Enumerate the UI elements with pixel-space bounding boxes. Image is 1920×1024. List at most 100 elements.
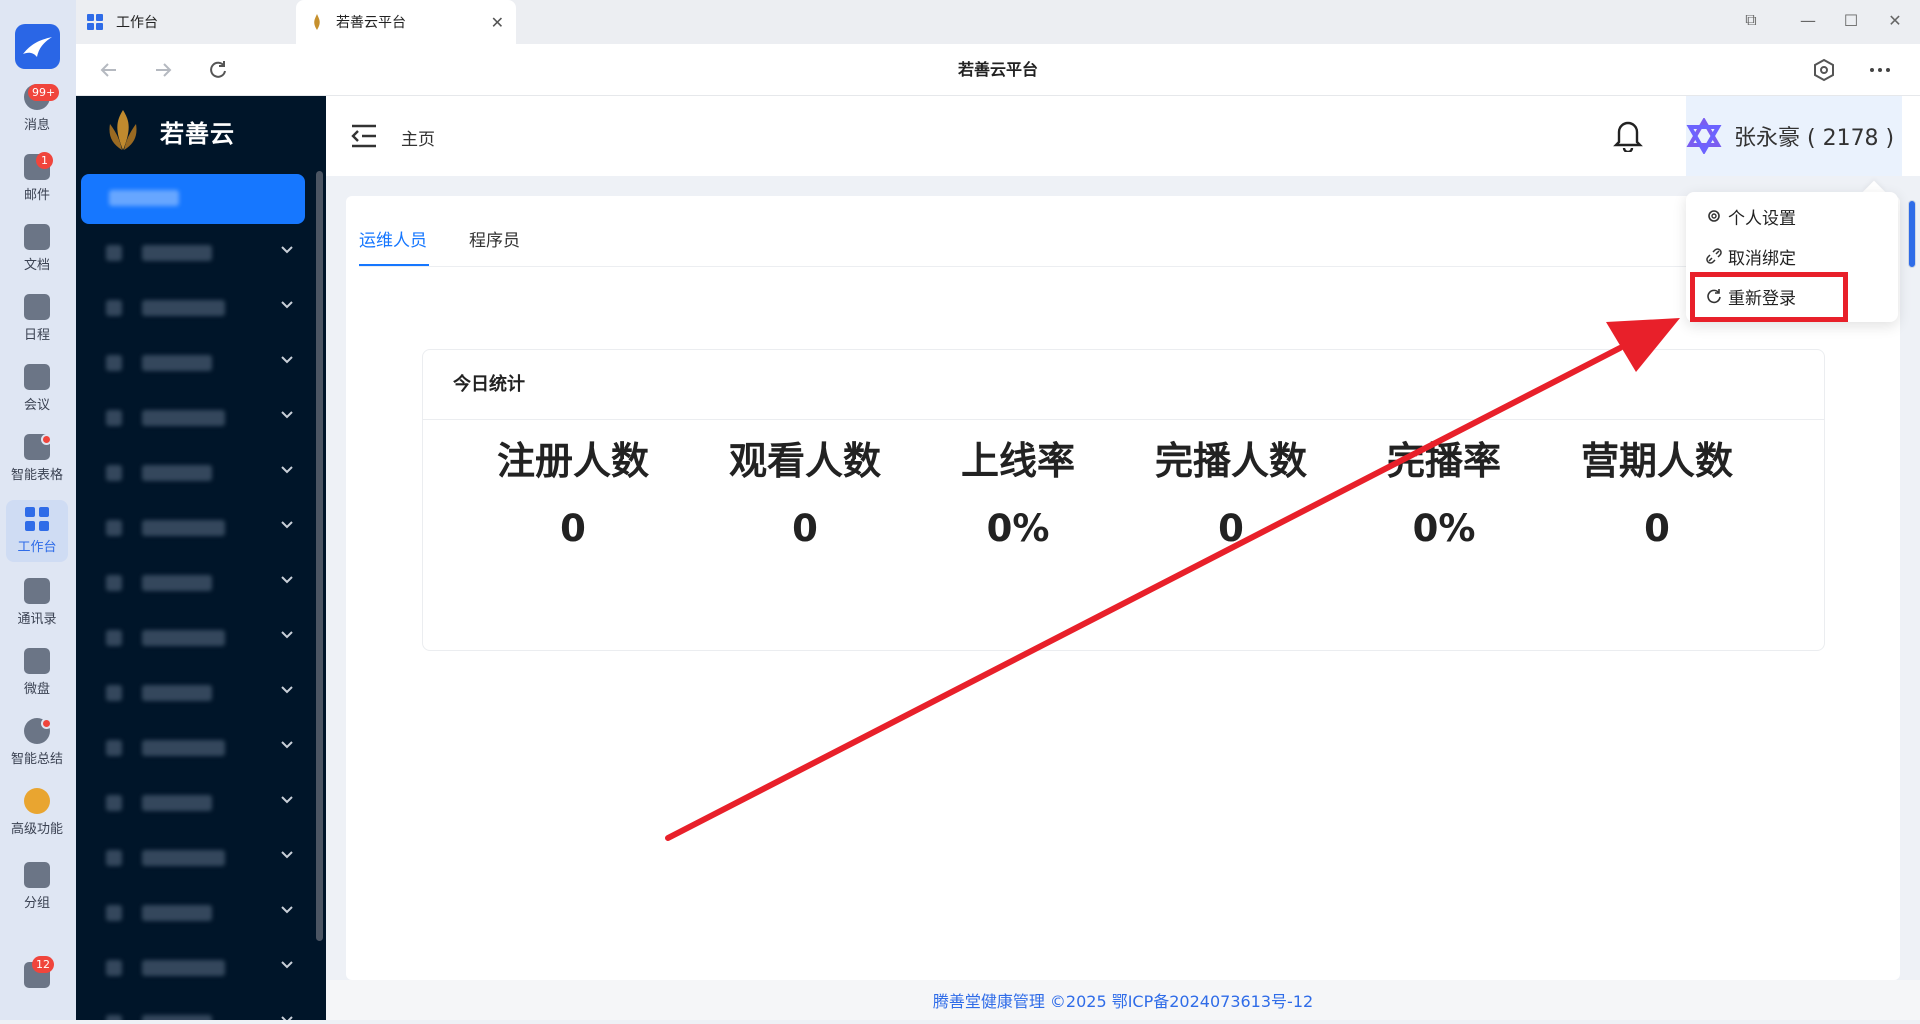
- rail-item-advanced[interactable]: 高级功能: [6, 782, 68, 844]
- chevron-down-icon: [281, 1016, 293, 1020]
- user-menu-trigger[interactable]: 张永豪 ( 2178 ): [1686, 96, 1902, 176]
- rail-item-calendar[interactable]: 日程: [6, 288, 68, 350]
- flame-logo-icon: [314, 14, 320, 30]
- menu-item-personal-settings[interactable]: 个人设置: [1706, 201, 1796, 231]
- more-icon[interactable]: [1864, 54, 1896, 86]
- breadcrumb[interactable]: 主页: [401, 125, 435, 150]
- rail-item-meeting[interactable]: 会议: [6, 358, 68, 420]
- tab-label: 若善云平台: [336, 15, 406, 31]
- stat-viewers: 观看人数 0: [728, 439, 881, 550]
- rail-item-smart-summary[interactable]: 智能总结: [6, 712, 68, 774]
- sidebar-item[interactable]: [76, 555, 316, 610]
- forward-arrow-icon[interactable]: [147, 54, 179, 86]
- sidebar-item[interactable]: [76, 390, 316, 445]
- chevron-down-icon: [281, 906, 293, 914]
- page-title: 若善云平台: [957, 60, 1038, 79]
- meeting-icon: [24, 364, 50, 390]
- chevron-down-icon: [281, 796, 293, 804]
- sidebar-item[interactable]: [76, 775, 316, 830]
- chevron-down-icon: [281, 741, 293, 749]
- stat-completion-rate: 完播率 0%: [1386, 439, 1501, 550]
- sidebar-item[interactable]: [76, 445, 316, 500]
- stats-card-title: 今日统计: [423, 350, 1824, 420]
- chevron-down-icon: [281, 631, 293, 639]
- stat-completed: 完播人数 0: [1154, 439, 1307, 550]
- smart-summary-dot: [41, 718, 52, 729]
- drive-icon: [24, 648, 50, 674]
- sidebar-item[interactable]: [76, 940, 316, 995]
- maximize-icon[interactable]: ☐: [1836, 6, 1866, 34]
- rail-item-docs[interactable]: 文档: [6, 218, 68, 280]
- tab-ruoshan-platform[interactable]: 若善云平台 ✕: [296, 0, 516, 44]
- chevron-down-icon: [281, 686, 293, 694]
- avatar: [1686, 118, 1722, 154]
- footer-copyright[interactable]: 腾善堂健康管理 ©2025 鄂ICP备2024073613号-12: [326, 980, 1920, 1020]
- close-window-icon[interactable]: ✕: [1880, 6, 1910, 34]
- tab-close-icon[interactable]: ✕: [491, 13, 504, 32]
- rail-item-mail[interactable]: 邮件 1: [6, 148, 68, 210]
- bell-icon[interactable]: [1613, 118, 1643, 152]
- chevron-down-icon: [281, 961, 293, 969]
- active-tab-indicator: [359, 264, 429, 266]
- rail-item-group[interactable]: 分组: [6, 856, 68, 918]
- content-header: 主页 张永豪 ( 2178 ): [326, 96, 1920, 176]
- rail-item-drive[interactable]: 微盘: [6, 642, 68, 704]
- tab-workbench[interactable]: 工作台: [86, 0, 286, 44]
- sidebar-item[interactable]: [76, 610, 316, 665]
- stats-card: 今日统计 注册人数 0 观看人数 0 上线率 0% 完播人数 0 完播率 0% …: [422, 349, 1825, 651]
- sidebar-item[interactable]: [76, 335, 316, 390]
- tab-programmers[interactable]: 程序员: [469, 226, 520, 251]
- unlink-icon: [1706, 248, 1722, 264]
- org-chart-icon: [24, 578, 50, 604]
- user-name: 张永豪 ( 2178 ): [1734, 126, 1895, 151]
- sidebar-item[interactable]: [76, 830, 316, 885]
- smart-sheet-dot: [41, 434, 52, 445]
- sidebar-item[interactable]: [76, 225, 316, 280]
- browser-toolbar: 若善云平台: [76, 44, 1920, 96]
- rail-item-contacts[interactable]: 通讯录: [6, 572, 68, 634]
- sidebar-item[interactable]: [76, 280, 316, 335]
- pip-icon[interactable]: ⧉: [1736, 6, 1766, 34]
- chevron-down-icon: [281, 851, 293, 859]
- sidebar-scrollbar[interactable]: [316, 171, 323, 941]
- app-logo-icon[interactable]: [15, 24, 60, 69]
- main-content: 运维人员 程序员 今日统计 注册人数 0 观看人数 0 上线率 0% 完播人数 …: [346, 196, 1900, 980]
- chevron-down-icon: [281, 521, 293, 529]
- flame-logo-icon: [109, 110, 137, 150]
- reload-icon[interactable]: [202, 54, 234, 86]
- grid-icon: [87, 14, 103, 30]
- sidebar-item[interactable]: [76, 885, 316, 940]
- sidebar-item-active[interactable]: [81, 174, 305, 224]
- page-scrollbar[interactable]: [1908, 200, 1916, 268]
- tab-ops-staff[interactable]: 运维人员: [359, 226, 427, 251]
- brand-name: 若善云: [160, 119, 235, 148]
- minimize-icon[interactable]: —: [1793, 6, 1823, 34]
- tab-divider: [359, 266, 1889, 267]
- back-arrow-icon[interactable]: [93, 54, 125, 86]
- menu-fold-icon[interactable]: [350, 123, 378, 149]
- annotation-highlight-box: [1690, 272, 1848, 322]
- rail-item-smart-sheet[interactable]: 智能表格: [6, 428, 68, 490]
- chevron-down-icon: [281, 466, 293, 474]
- rail-item-workbench[interactable]: 工作台: [6, 500, 68, 562]
- settings-hex-icon[interactable]: [1808, 54, 1840, 86]
- menu-item-unbind[interactable]: 取消绑定: [1706, 241, 1796, 271]
- calendar-icon: [24, 294, 50, 320]
- sidebar-item[interactable]: [76, 995, 316, 1020]
- chevron-down-icon: [281, 246, 293, 254]
- tag-icon: [24, 862, 50, 888]
- stat-registered: 注册人数 0: [496, 439, 649, 550]
- stat-online-rate: 上线率 0%: [960, 439, 1075, 550]
- rail-item-messages[interactable]: 消息 99+: [6, 78, 68, 140]
- advanced-icon: [24, 788, 50, 814]
- sidebar-item[interactable]: [76, 665, 316, 720]
- sidebar-item[interactable]: [76, 720, 316, 775]
- mail-badge: 1: [36, 152, 53, 169]
- chevron-down-icon: [281, 301, 293, 309]
- rail-item-apps[interactable]: 12: [6, 956, 68, 1018]
- stat-camp-members: 营期人数 0: [1580, 439, 1733, 550]
- title-bar: 工作台 若善云平台 ✕ ⧉ — ☐ ✕: [76, 0, 1920, 44]
- brand: 若善云: [76, 96, 326, 166]
- messages-badge: 99+: [28, 84, 60, 101]
- sidebar-item[interactable]: [76, 500, 316, 555]
